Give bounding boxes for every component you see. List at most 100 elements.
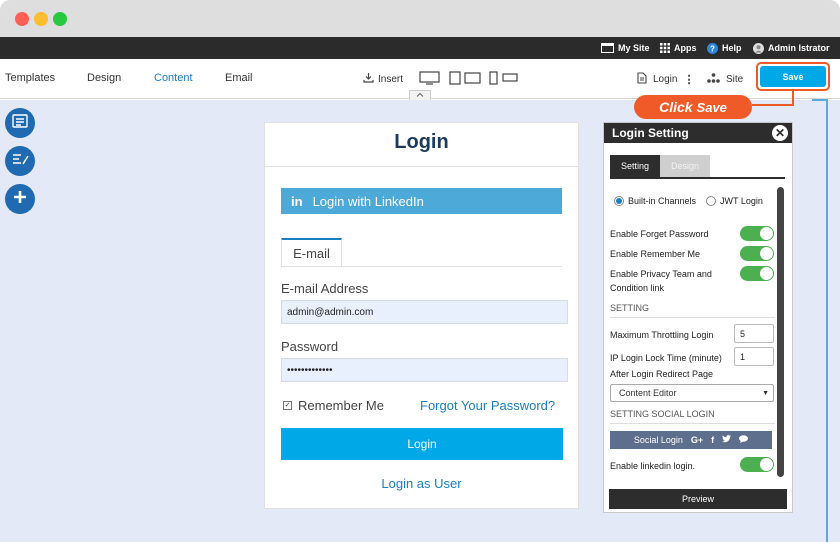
- add-element-button[interactable]: [5, 184, 35, 214]
- desktop-view-button[interactable]: [419, 69, 440, 89]
- section-divider: [610, 423, 775, 424]
- enable-linkedin-toggle[interactable]: [740, 457, 774, 472]
- remember-me-label: Remember Me: [298, 398, 384, 413]
- collapse-toolbar-toggle[interactable]: [409, 90, 431, 100]
- radio-builtin-label: Built-in Channels: [628, 196, 697, 206]
- login-with-linkedin-button[interactable]: in Login with LinkedIn: [281, 188, 562, 214]
- email-field[interactable]: admin@admin.com: [281, 300, 568, 324]
- title-divider: [265, 166, 578, 167]
- apps-label: Apps: [674, 43, 697, 53]
- admin-bar: My Site Apps ? Help Admin Istrator: [0, 37, 840, 59]
- privacy-link-label: Enable Privacy Team and Condition link: [610, 269, 712, 293]
- pages-tool-button[interactable]: [5, 108, 35, 138]
- user-avatar-icon: [753, 42, 764, 54]
- password-field[interactable]: •••••••••••••: [281, 358, 568, 382]
- user-name: Admin Istrator: [768, 43, 830, 53]
- social-login-label: Social Login: [633, 435, 683, 445]
- ip-lock-label: IP Login Lock Time (minute): [610, 353, 722, 363]
- tab-design[interactable]: Design: [87, 72, 121, 84]
- callout-word-save: Save: [696, 99, 727, 115]
- radio-builtin-channels[interactable]: [614, 196, 624, 206]
- minimize-window-button[interactable]: [34, 12, 48, 26]
- help-label: Help: [722, 43, 742, 53]
- tab-templates[interactable]: Templates: [5, 72, 55, 84]
- forgot-password-link[interactable]: Forgot Your Password?: [420, 398, 555, 413]
- callout-word-click: Click: [659, 99, 693, 115]
- help-circle-icon: ?: [707, 42, 718, 54]
- section-social-title: SETTING SOCIAL LOGIN: [610, 409, 715, 419]
- document-icon: [637, 71, 647, 87]
- max-throttling-label: Maximum Throttling Login: [610, 330, 714, 340]
- apps-link[interactable]: Apps: [660, 37, 697, 59]
- tab-setting[interactable]: Setting: [610, 155, 660, 177]
- remember-me-setting-label: Enable Remember Me: [610, 249, 701, 259]
- linkedin-button-label: Login with LinkedIn: [312, 193, 424, 209]
- list-panel-icon: [12, 113, 28, 133]
- redirect-label: After Login Redirect Page: [610, 369, 714, 379]
- chat-bubble-icon: [739, 435, 749, 445]
- login-button[interactable]: Login: [281, 428, 563, 460]
- insert-button[interactable]: Insert: [363, 69, 403, 89]
- chevron-up-icon: [416, 92, 424, 99]
- login-setting-panel: Login Setting ✕ Setting Design Built-in …: [603, 122, 793, 513]
- my-site-link[interactable]: My Site: [601, 37, 650, 59]
- download-icon: [363, 72, 374, 86]
- panel-header: Login Setting: [604, 123, 792, 143]
- password-label: Password: [281, 339, 339, 354]
- panel-scrollbar[interactable]: [777, 187, 784, 477]
- twitter-icon: [722, 435, 732, 445]
- ip-lock-input[interactable]: 1: [734, 347, 774, 366]
- email-label: E-mail Address: [281, 281, 369, 296]
- mobile-view-button[interactable]: [489, 69, 519, 89]
- redirect-page-select[interactable]: Content Editor ▼: [610, 384, 774, 402]
- checkbox-checked-icon: ✓: [283, 401, 292, 410]
- enable-linkedin-label: Enable linkedin login.: [610, 461, 696, 471]
- redirect-selected-value: Content Editor: [619, 388, 677, 398]
- social-login-bar[interactable]: Social Login G+ f: [610, 431, 772, 449]
- remember-me-toggle[interactable]: [740, 246, 774, 261]
- linkedin-icon: in: [291, 193, 303, 209]
- forget-password-toggle[interactable]: [740, 226, 774, 241]
- radio-jwt-login[interactable]: [706, 196, 717, 206]
- tab-email[interactable]: Email: [225, 72, 253, 84]
- page-selector-label: Login: [653, 73, 678, 85]
- svg-text:?: ?: [710, 44, 715, 53]
- callout-connector: [752, 104, 794, 106]
- my-site-label: My Site: [618, 43, 650, 53]
- plus-icon: [12, 189, 28, 210]
- tab-divider: [610, 177, 785, 179]
- site-button[interactable]: Site: [707, 69, 743, 89]
- tab-design-settings[interactable]: Design: [660, 155, 710, 177]
- sitemap-icon: [707, 72, 720, 86]
- login-title: Login: [394, 131, 449, 153]
- maximize-window-button[interactable]: [53, 12, 67, 26]
- remember-me-checkbox[interactable]: ✓ Remember Me: [283, 398, 384, 413]
- tab-content[interactable]: Content: [154, 72, 193, 84]
- privacy-link-toggle[interactable]: [740, 266, 774, 281]
- login-as-user-link[interactable]: Login as User: [265, 476, 578, 491]
- login-widget[interactable]: Login in Login with LinkedIn E-mail E-ma…: [264, 122, 579, 509]
- radio-jwt-label: JWT Login: [720, 196, 763, 206]
- save-highlight: Save: [756, 62, 830, 91]
- kebab-icon[interactable]: ⋮: [683, 73, 694, 86]
- window-titlebar: [0, 0, 840, 37]
- caret-down-icon: ▼: [762, 389, 769, 397]
- edit-tool-button[interactable]: [5, 146, 35, 176]
- edit-lines-icon: [12, 152, 29, 171]
- facebook-icon: f: [711, 435, 715, 445]
- max-throttling-input[interactable]: 5: [734, 324, 774, 343]
- close-window-button[interactable]: [15, 12, 29, 26]
- selection-guide: [826, 100, 828, 542]
- tab-underline: [281, 266, 562, 267]
- tab-email-login[interactable]: E-mail: [281, 238, 342, 267]
- mobile-icon: [489, 70, 519, 88]
- section-setting-title: SETTING: [610, 303, 650, 313]
- site-label: Site: [726, 73, 744, 85]
- close-icon[interactable]: ✕: [772, 125, 788, 141]
- preview-button[interactable]: Preview: [609, 489, 787, 509]
- save-button[interactable]: Save: [760, 66, 826, 87]
- tablet-view-button[interactable]: [449, 69, 482, 89]
- help-link[interactable]: ? Help: [707, 37, 742, 59]
- page-selector[interactable]: Login ⋮: [637, 69, 694, 89]
- user-menu[interactable]: Admin Istrator: [753, 37, 830, 59]
